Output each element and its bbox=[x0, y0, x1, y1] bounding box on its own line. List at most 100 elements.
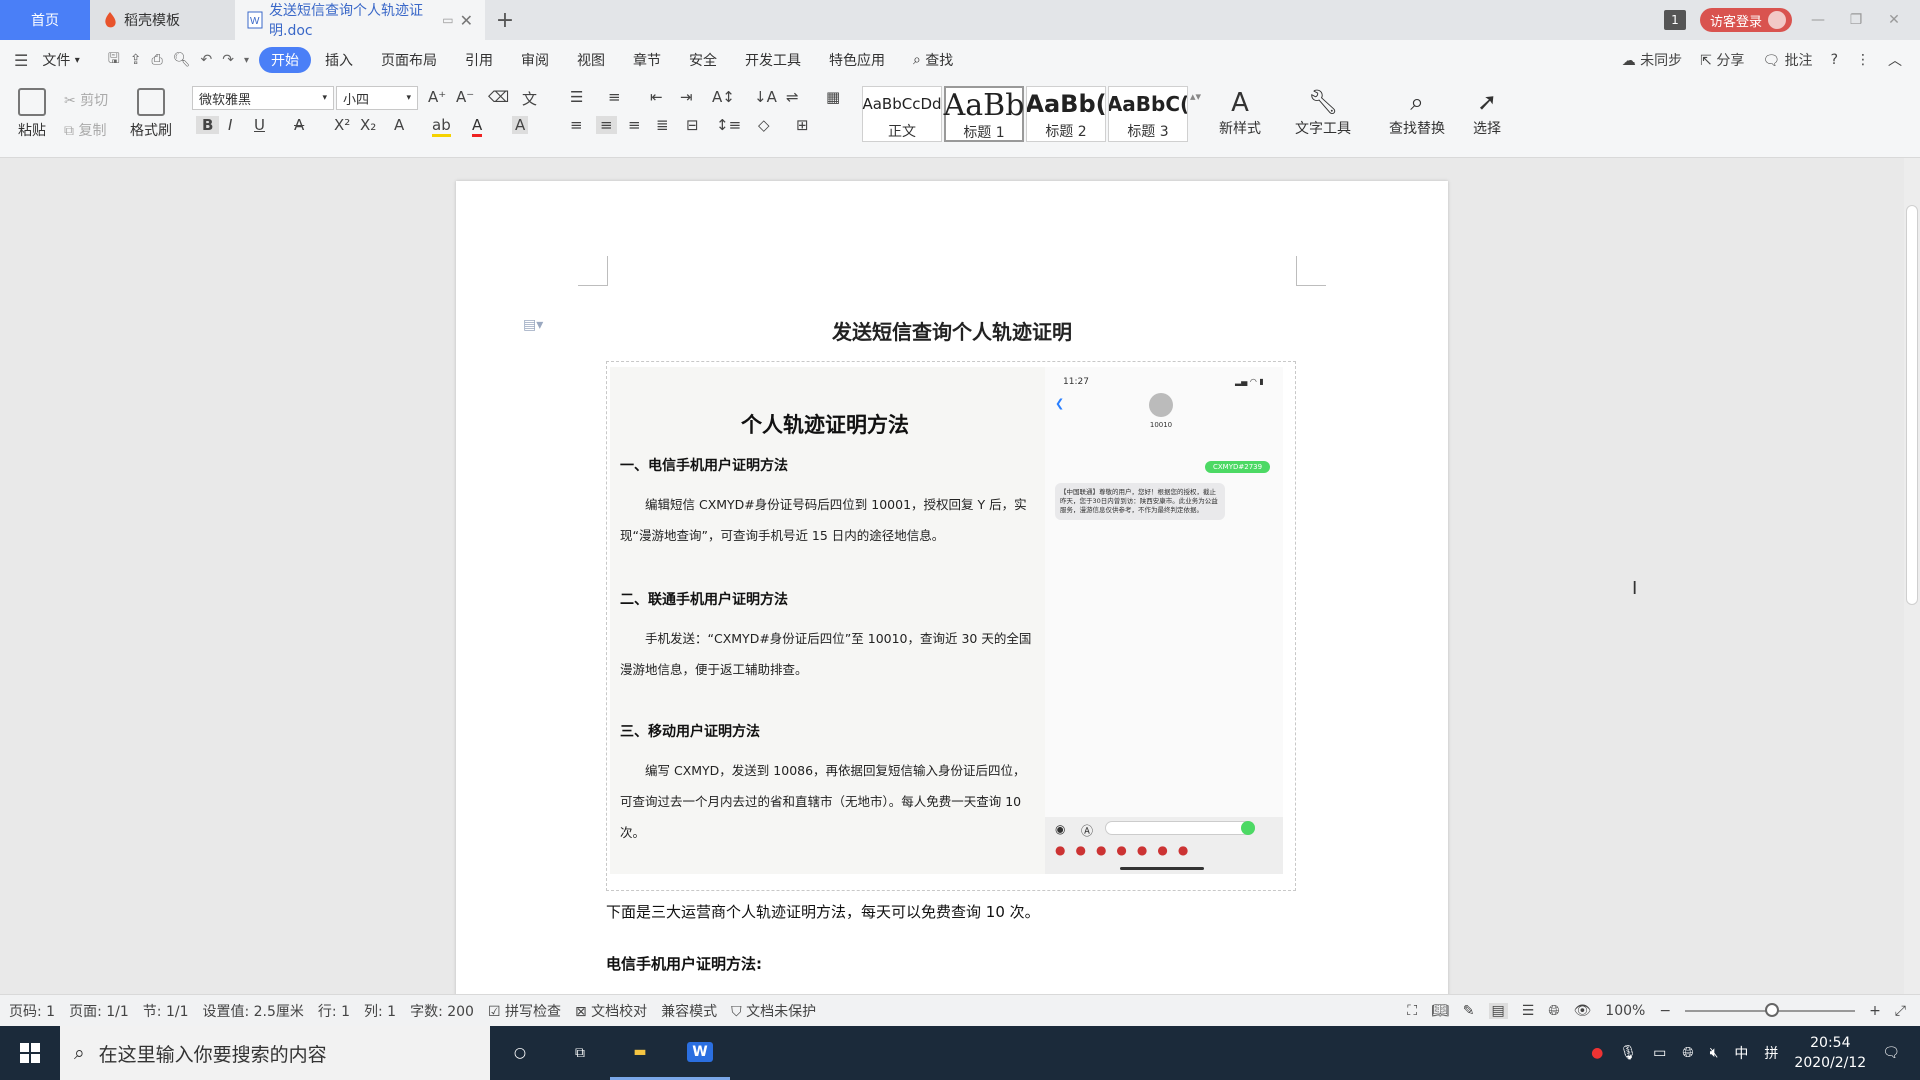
align-center-icon[interactable]: ≡ bbox=[596, 116, 617, 134]
new-style-button[interactable]: A 新样式 bbox=[1210, 88, 1270, 138]
print-icon[interactable]: ⎙ bbox=[152, 52, 163, 68]
menu-tab-chapter[interactable]: 章节 bbox=[619, 47, 675, 73]
style-heading1[interactable]: AaBb 标题 1 bbox=[944, 86, 1024, 142]
select-button[interactable]: ➚ 选择 bbox=[1464, 88, 1510, 138]
wps-writer-icon[interactable]: W bbox=[670, 1026, 730, 1080]
print-preview-icon[interactable]: 🔍︎ bbox=[173, 52, 191, 68]
font-family-select[interactable]: 微软雅黑 ▾ bbox=[192, 86, 334, 110]
comment-button[interactable]: 🗨 批注 bbox=[1762, 50, 1812, 70]
start-button[interactable] bbox=[0, 1026, 60, 1080]
fullscreen-icon[interactable]: ⛶ bbox=[1407, 1003, 1417, 1019]
customize-chevron-icon[interactable]: ▾ bbox=[244, 55, 249, 66]
tab-document[interactable]: W 发送短信查询个人轨迹证明.doc ▭ ✕ bbox=[235, 0, 485, 40]
table-borders-icon[interactable]: ▦ bbox=[826, 88, 840, 106]
new-tab-button[interactable]: + bbox=[485, 0, 525, 40]
protect-button[interactable]: ⛉ 文档未保护 bbox=[731, 1001, 816, 1021]
text-direction-icon[interactable]: A↕ bbox=[712, 88, 735, 106]
taskbar-search[interactable]: ⌕ 在这里输入你要搜索的内容 bbox=[60, 1026, 490, 1080]
increase-indent-icon[interactable]: ⇥ bbox=[680, 88, 693, 106]
share-file-icon[interactable]: ⇪ bbox=[130, 52, 142, 68]
file-explorer-icon[interactable]: ▬ bbox=[610, 1026, 670, 1080]
menu-tab-view[interactable]: 视图 bbox=[563, 47, 619, 73]
ime-indicator[interactable]: 中 bbox=[1734, 1043, 1748, 1063]
login-button[interactable]: 访客登录 bbox=[1699, 8, 1792, 32]
decrease-indent-icon[interactable]: ⇤ bbox=[650, 88, 663, 106]
line-break-icon[interactable]: ⇌ bbox=[786, 88, 799, 106]
status-setting[interactable]: 设置值: 2.5厘米 bbox=[202, 1001, 303, 1021]
ime-mode-icon[interactable]: 拼 bbox=[1764, 1043, 1778, 1063]
spell-check-button[interactable]: ☑ 拼写检查 bbox=[488, 1001, 561, 1021]
find-replace-button[interactable]: ⌕ 查找替换 bbox=[1380, 88, 1454, 138]
status-page[interactable]: 页码: 1 bbox=[9, 1001, 55, 1021]
outline-view-icon[interactable]: ☰ bbox=[1522, 1003, 1535, 1019]
grow-font-icon[interactable]: A⁺ bbox=[428, 88, 446, 106]
document-page[interactable]: ▤▾ 发送短信查询个人轨迹证明 个人轨迹证明方法 一、电信手机用户证明方法 编辑… bbox=[456, 181, 1448, 994]
find-menu[interactable]: ⌕ 查找 bbox=[899, 47, 967, 73]
align-left-icon[interactable]: ≡ bbox=[570, 116, 583, 134]
menu-tab-security[interactable]: 安全 bbox=[675, 47, 731, 73]
collapse-ribbon-icon[interactable]: ︿ bbox=[1888, 50, 1902, 70]
paste-button[interactable]: 粘贴 bbox=[12, 88, 52, 140]
undo-icon[interactable]: ↶ bbox=[200, 52, 212, 68]
window-count-badge[interactable]: 1 bbox=[1663, 10, 1686, 30]
status-words[interactable]: 字数: 200 bbox=[410, 1001, 474, 1021]
clear-format-icon[interactable]: ⌫ bbox=[488, 88, 509, 106]
help-icon[interactable]: ? bbox=[1831, 52, 1838, 68]
embedded-image[interactable]: 个人轨迹证明方法 一、电信手机用户证明方法 编辑短信 CXMYD#身份证号码后四… bbox=[610, 367, 1283, 874]
zoom-slider[interactable] bbox=[1685, 1002, 1856, 1017]
cut-button[interactable]: ✂ 剪切 bbox=[64, 90, 108, 110]
zoom-slider-knob[interactable] bbox=[1765, 1002, 1780, 1017]
strikethrough-icon[interactable]: A bbox=[294, 116, 304, 134]
menu-tab-developer[interactable]: 开发工具 bbox=[731, 47, 815, 73]
text-effect-icon[interactable]: A bbox=[394, 116, 404, 134]
font-color-icon[interactable]: A bbox=[472, 116, 483, 137]
subscript-icon[interactable]: X₂ bbox=[360, 116, 376, 134]
menu-tab-layout[interactable]: 页面布局 bbox=[367, 47, 451, 73]
tab-close-icon[interactable]: ✕ bbox=[460, 11, 473, 30]
more-icon[interactable]: ⋮ bbox=[1856, 52, 1870, 68]
shrink-font-icon[interactable]: A⁻ bbox=[456, 88, 474, 106]
hamburger-icon[interactable]: ☰ bbox=[14, 51, 28, 70]
redo-icon[interactable]: ↷ bbox=[222, 52, 234, 68]
tab-pin-icon[interactable]: ▭ bbox=[442, 13, 453, 27]
numbering-icon[interactable]: ≡ bbox=[608, 88, 621, 106]
web-view-icon[interactable]: 🌐︎ bbox=[1548, 1003, 1559, 1019]
style-heading2[interactable]: AaBb(标题 2 bbox=[1026, 86, 1106, 142]
format-painter-button[interactable]: 格式刷 bbox=[126, 88, 176, 140]
taskbar-clock[interactable]: 20:54 2020/2/12 bbox=[1794, 1033, 1866, 1073]
superscript-icon[interactable]: X² bbox=[334, 116, 350, 134]
line-spacing-icon[interactable]: ↕≡ bbox=[716, 116, 741, 134]
style-heading3[interactable]: AaBbC(标题 3 bbox=[1108, 86, 1188, 142]
menu-tab-home[interactable]: 开始 bbox=[258, 47, 311, 73]
highlight-icon[interactable]: ab bbox=[432, 116, 451, 137]
notifications-icon[interactable]: 🗨 bbox=[1882, 1045, 1900, 1061]
reading-view-icon[interactable]: 📖︎ bbox=[1431, 1003, 1449, 1019]
underline-icon[interactable]: U bbox=[254, 116, 265, 134]
sort-icon[interactable]: ↓A bbox=[754, 88, 777, 106]
text-tools-button[interactable]: 🔧︎ 文字工具 bbox=[1288, 88, 1358, 138]
menu-tab-review[interactable]: 审阅 bbox=[507, 47, 563, 73]
phonetic-icon[interactable]: 文 bbox=[522, 88, 537, 109]
justify-icon[interactable]: ≣ bbox=[656, 116, 669, 134]
share-button[interactable]: ⇱ 分享 bbox=[1700, 50, 1744, 70]
cortana-icon[interactable]: ○ bbox=[490, 1026, 550, 1080]
volume-muted-icon[interactable]: 🔇︎ bbox=[1710, 1045, 1719, 1061]
fit-page-icon[interactable]: ⤢ bbox=[1895, 1003, 1906, 1019]
tab-home[interactable]: 首页 bbox=[0, 0, 90, 40]
bullets-icon[interactable]: ☰ bbox=[570, 88, 583, 106]
document-workspace[interactable]: ▤▾ 发送短信查询个人轨迹证明 个人轨迹证明方法 一、电信手机用户证明方法 编辑… bbox=[0, 158, 1904, 994]
sync-status[interactable]: ☁ 未同步 bbox=[1622, 50, 1682, 70]
status-section[interactable]: 节: 1/1 bbox=[143, 1001, 189, 1021]
style-normal[interactable]: AaBbCcDd 正文 bbox=[862, 86, 942, 142]
proofread-button[interactable]: ⊠ 文档校对 bbox=[575, 1001, 647, 1021]
file-menu[interactable]: 文件 ▾ bbox=[28, 47, 93, 73]
eye-protection-icon[interactable]: 👁︎ bbox=[1574, 1003, 1592, 1019]
bold-icon[interactable]: B bbox=[196, 116, 220, 134]
copy-button[interactable]: ⧉ 复制 bbox=[64, 120, 106, 140]
page-view-icon[interactable]: ▤ bbox=[1488, 1002, 1508, 1019]
minimize-icon[interactable]: — bbox=[1806, 12, 1830, 28]
styles-scroll-icon[interactable]: ▴▾ bbox=[1190, 90, 1201, 103]
close-window-icon[interactable]: ✕ bbox=[1882, 12, 1906, 28]
status-pages[interactable]: 页面: 1/1 bbox=[69, 1001, 129, 1021]
battery-icon[interactable]: ▭ bbox=[1653, 1045, 1666, 1061]
